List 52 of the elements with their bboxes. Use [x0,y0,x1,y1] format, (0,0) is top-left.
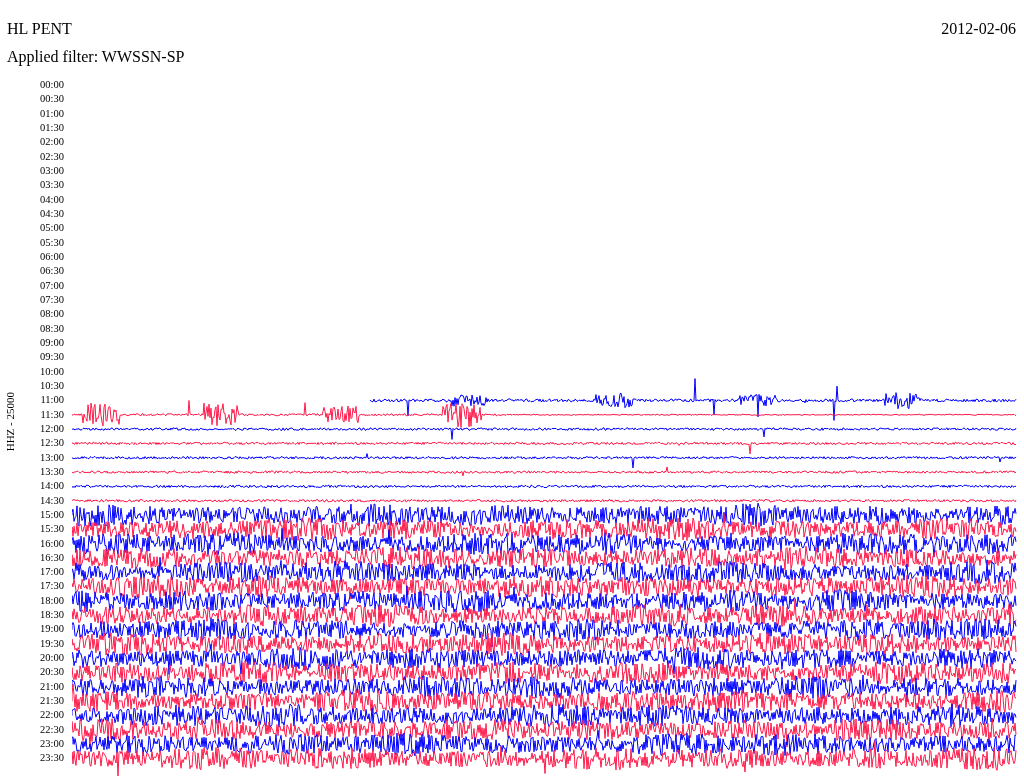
time-label: 12:30 [40,436,64,451]
time-label: 13:30 [40,464,64,479]
time-label: 20:00 [40,651,64,666]
time-label: 12:00 [40,421,64,436]
time-label: 07:30 [40,292,64,307]
time-label: 10:30 [40,378,64,393]
time-label: 10:00 [40,364,64,379]
time-label: 19:30 [40,636,64,651]
time-label: 16:30 [40,550,64,565]
time-label: 04:30 [40,206,64,221]
time-label: 05:00 [40,221,64,236]
time-label: 00:00 [40,78,64,92]
time-label: 23:30 [40,751,64,766]
time-label: 15:00 [40,507,64,522]
time-label: 04:00 [40,192,64,207]
time-label: 22:30 [40,722,64,737]
filter-label: Applied filter: WWSSN-SP [6,47,186,66]
time-label: 17:00 [40,565,64,580]
time-label: 07:00 [40,278,64,293]
time-label: 17:30 [40,579,64,594]
time-label: 18:00 [40,593,64,608]
time-label: 01:00 [40,106,64,121]
time-label: 09:00 [40,335,64,350]
time-label: 08:30 [40,321,64,336]
time-label: 14:00 [40,479,64,494]
station-name: HL PENT [7,20,72,38]
time-label: 02:00 [40,135,64,150]
time-label: 14:30 [40,493,64,508]
time-label: 13:00 [40,450,64,465]
time-label: 01:30 [40,121,64,135]
time-label: 21:00 [40,679,64,694]
time-label: 16:00 [40,536,64,551]
time-label: 08:00 [40,307,64,322]
time-label: 11:00 [40,393,64,408]
time-label: 21:30 [40,694,64,709]
time-label: 20:30 [40,665,64,680]
time-label: 18:30 [40,608,64,623]
time-label: 22:00 [40,708,64,723]
time-label: 06:00 [40,249,64,264]
time-label: 05:30 [40,235,64,250]
time-label: 03:30 [40,178,64,193]
time-label: 23:00 [40,737,64,752]
time-label: 15:30 [40,522,64,537]
time-label: 03:00 [40,163,64,178]
axis-label: HHZ - 25000 [4,392,16,452]
time-label: 00:30 [40,92,64,107]
time-label: 09:30 [40,350,64,365]
time-label: 02:30 [40,149,64,164]
time-label: 11:30 [40,407,64,422]
time-label: 19:00 [40,622,64,637]
time-label: 06:30 [40,264,64,279]
date-label: 2012-02-06 [941,20,1016,38]
